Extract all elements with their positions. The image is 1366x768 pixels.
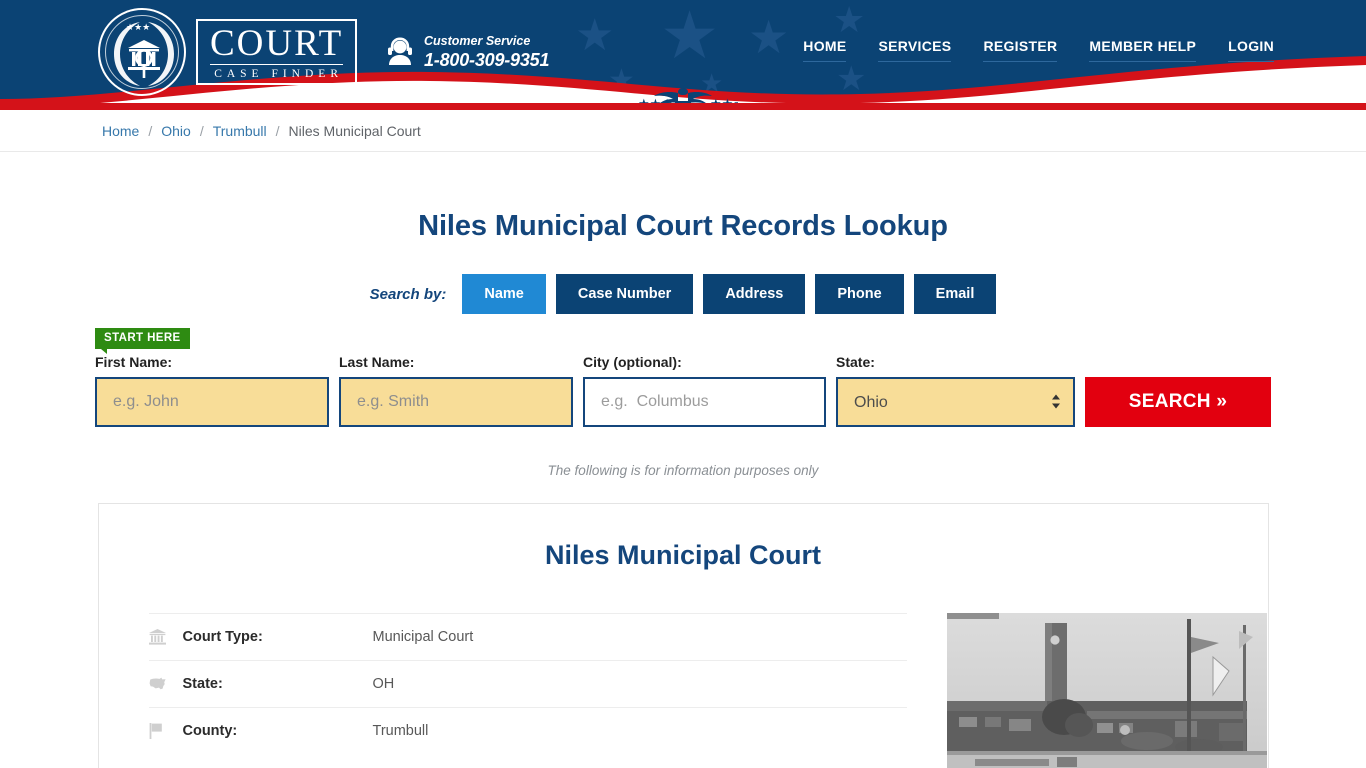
breadcrumb-item-trumbull[interactable]: Trumbull: [213, 123, 267, 139]
logo-subtitle: CASE FINDER: [210, 65, 343, 80]
table-row: County: Trumbull: [149, 707, 907, 754]
state-field-group: State: Ohio: [836, 354, 1075, 427]
last-name-input[interactable]: [339, 377, 573, 427]
main-navigation: HOME SERVICES REGISTER MEMBER HELP LOGIN: [803, 38, 1274, 62]
first-name-field-group: First Name:: [95, 354, 329, 427]
flag-icon: [149, 723, 183, 739]
nav-item-login[interactable]: LOGIN: [1228, 38, 1274, 62]
detail-value: Trumbull: [373, 723, 429, 739]
breadcrumb-item-home[interactable]: Home: [102, 123, 139, 139]
detail-label: County:: [183, 723, 373, 739]
detail-value: Municipal Court: [373, 629, 474, 645]
search-form: START HERE First Name: Last Name: City (…: [95, 314, 1271, 427]
detail-label: State:: [183, 676, 373, 692]
breadcrumb-separator: /: [148, 123, 152, 139]
court-seal-icon: ★★★: [98, 8, 186, 96]
court-detail-card: Niles Municipal Court: [98, 503, 1269, 768]
search-by-label: Search by:: [370, 286, 447, 303]
tab-phone[interactable]: Phone: [815, 274, 903, 314]
information-disclaimer: The following is for information purpose…: [0, 463, 1366, 478]
start-here-badge: START HERE: [95, 328, 190, 349]
nav-item-member-help[interactable]: MEMBER HELP: [1089, 38, 1196, 62]
nav-item-home[interactable]: HOME: [803, 38, 846, 62]
breadcrumb-item-ohio[interactable]: Ohio: [161, 123, 191, 139]
breadcrumb-separator: /: [276, 123, 280, 139]
state-label: State:: [836, 354, 1075, 370]
court-details-table: Court Type: Municipal Court State: OH: [149, 613, 907, 768]
state-select[interactable]: Ohio: [836, 377, 1075, 427]
city-label: City (optional):: [583, 354, 826, 370]
nav-item-register[interactable]: REGISTER: [983, 38, 1057, 62]
logo-title: COURT: [210, 25, 343, 65]
court-name-heading: Niles Municipal Court: [149, 540, 1218, 571]
table-row: Court Type: Municipal Court: [149, 613, 907, 660]
tab-email[interactable]: Email: [914, 274, 997, 314]
bank-building-icon: [149, 629, 183, 645]
last-name-field-group: Last Name:: [339, 354, 573, 427]
page-title: Niles Municipal Court Records Lookup: [0, 152, 1366, 243]
site-logo[interactable]: ★★★ COURT: [98, 8, 357, 96]
tab-case-number[interactable]: Case Number: [556, 274, 693, 314]
nav-item-services[interactable]: SERVICES: [878, 38, 951, 62]
detail-value: OH: [373, 676, 395, 692]
header-red-rule: [0, 103, 1366, 110]
city-input[interactable]: [583, 377, 826, 427]
search-by-tabs: Search by: Name Case Number Address Phon…: [0, 274, 1366, 314]
headset-support-icon: [386, 36, 414, 68]
first-name-input[interactable]: [95, 377, 329, 427]
tab-address[interactable]: Address: [703, 274, 805, 314]
courthouse-photo: [947, 613, 1267, 768]
breadcrumb: Home / Ohio / Trumbull / Niles Municipal…: [102, 123, 421, 139]
customer-service-phone[interactable]: 1-800-309-9351: [424, 49, 549, 72]
us-map-icon: [149, 677, 183, 691]
breadcrumb-separator: /: [200, 123, 204, 139]
search-button[interactable]: SEARCH »: [1085, 377, 1271, 427]
table-row: State: OH: [149, 660, 907, 707]
tab-name[interactable]: Name: [462, 274, 546, 314]
breadcrumb-bar: Home / Ohio / Trumbull / Niles Municipal…: [0, 110, 1366, 152]
city-field-group: City (optional):: [583, 354, 826, 427]
first-name-label: First Name:: [95, 354, 329, 370]
last-name-label: Last Name:: [339, 354, 573, 370]
main-content: Niles Municipal Court Records Lookup Sea…: [0, 152, 1366, 768]
detail-label: Court Type:: [183, 629, 373, 645]
breadcrumb-item-current: Niles Municipal Court: [289, 123, 421, 139]
customer-service-label: Customer Service: [424, 33, 549, 49]
site-header: ★ ★ ★ ★ ★ ★ ★ ★★★ ★★★: [0, 0, 1366, 110]
customer-service-block: Customer Service 1-800-309-9351: [386, 33, 549, 72]
